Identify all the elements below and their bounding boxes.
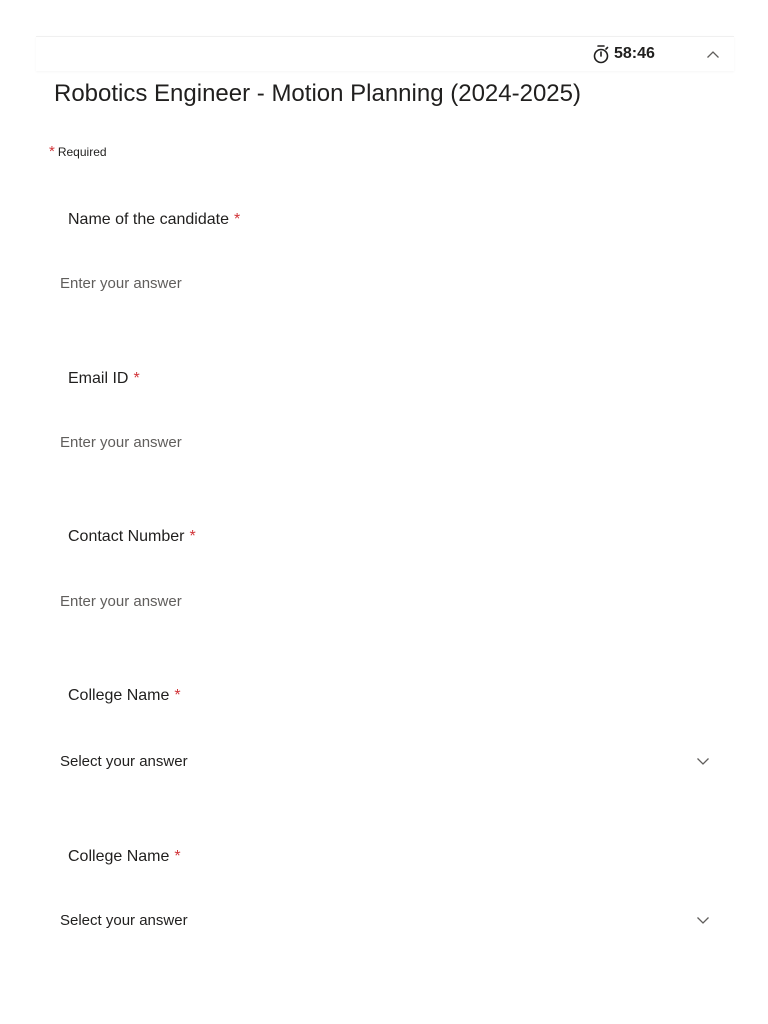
required-star: * [174,687,181,704]
chevron-down-icon [697,758,709,765]
question-title: Email ID [68,370,129,387]
required-note: * Required [49,143,107,160]
stopwatch-icon [593,45,609,64]
question-label-college: College Name * [68,685,181,707]
required-star: * [234,211,241,228]
timer: 58:46 [592,42,655,66]
chevron-up-icon [707,51,719,58]
required-star: * [49,143,55,160]
required-star: * [133,370,140,387]
select-value: Select your answer [60,752,188,770]
email-input[interactable] [56,427,704,457]
question-title: Contact Number [68,528,185,545]
chevron-down-icon [697,917,709,924]
timer-value: 58:46 [614,45,655,62]
form-header-bar: 58:46 [36,36,734,71]
college-name-select-2[interactable]: Select your answer [56,904,720,936]
question-label-college-2: College Name * [68,846,181,868]
college-name-select[interactable]: Select your answer [56,745,720,777]
required-note-text: Required [57,145,107,159]
question-label-email: Email ID * [68,368,140,390]
select-value: Select your answer [60,911,188,929]
question-title: College Name [68,848,170,865]
collapse-header-button[interactable] [702,44,724,66]
required-star: * [189,528,196,545]
question-title: College Name [68,687,170,704]
form-title: Robotics Engineer - Motion Planning (202… [54,80,581,107]
contact-number-input[interactable] [56,586,704,616]
candidate-name-input[interactable] [56,268,704,298]
question-title: Name of the candidate [68,211,229,228]
question-label-contact: Contact Number * [68,526,196,548]
question-label-name: Name of the candidate * [68,209,240,231]
required-star: * [174,848,181,865]
